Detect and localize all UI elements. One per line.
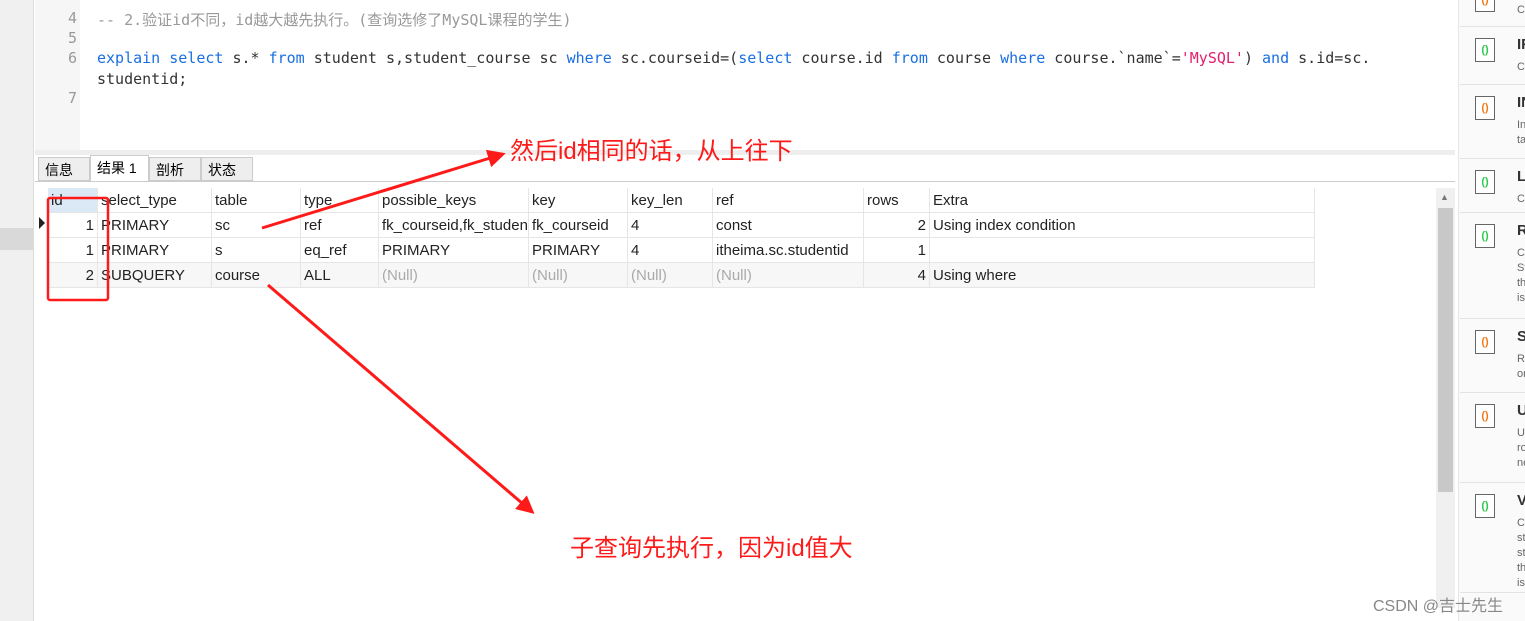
watermark: CSDN @吉士先生 xyxy=(1373,598,1504,615)
annotation-bottom: 子查询先执行，因为id值大 xyxy=(570,535,853,562)
arrow-top xyxy=(261,149,506,230)
annotation-top: 然后id相同的话，从上往下 xyxy=(510,138,793,165)
highlight-box xyxy=(46,196,110,302)
arrow-bottom xyxy=(267,283,535,514)
